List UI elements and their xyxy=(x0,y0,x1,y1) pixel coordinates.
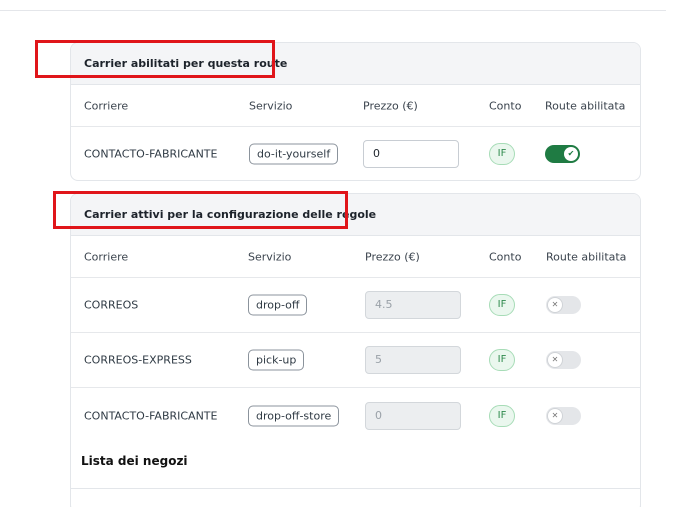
price-input[interactable]: 0 xyxy=(363,139,459,168)
highlight-box xyxy=(53,191,348,229)
table-row: CONTACTO-FABRICANTE drop-off-store 0 IF … xyxy=(71,388,640,443)
column-header-route-enabled: Route abilitata xyxy=(546,250,627,263)
column-header-service: Servizio xyxy=(249,99,293,112)
carrier-name: CORREOS xyxy=(84,298,139,312)
carrier-name: CONTACTO-FABRICANTE xyxy=(84,409,218,422)
carrier-name: CORREOS-EXPRESS xyxy=(84,353,192,367)
table-row: CORREOS drop-off 4.5 IF ✕ xyxy=(71,278,640,333)
highlight-box xyxy=(35,40,275,78)
column-header-price: Prezzo (€) xyxy=(365,250,420,263)
stores-divider xyxy=(70,488,641,489)
service-tag: drop-off-store xyxy=(248,405,340,426)
route-enabled-toggle[interactable]: ✕ xyxy=(546,296,581,314)
account-badge: IF xyxy=(489,142,515,165)
carrier-name: CONTACTO-FABRICANTE xyxy=(84,147,218,160)
route-enabled-toggle[interactable]: ✔ xyxy=(545,144,580,163)
account-badge: IF xyxy=(489,349,515,371)
column-header-price: Prezzo (€) xyxy=(363,99,418,112)
table-row: CONTACTO-FABRICANTE do-it-yourself 0 IF … xyxy=(71,127,640,180)
route-enabled-toggle[interactable]: ✕ xyxy=(546,351,581,369)
column-header-carrier: Corriere xyxy=(84,250,129,263)
account-badge: IF xyxy=(489,294,515,316)
price-input[interactable]: 5 xyxy=(365,346,461,374)
column-header-route-enabled: Route abilitata xyxy=(545,99,626,112)
x-icon: ✕ xyxy=(548,298,562,312)
x-icon: ✕ xyxy=(548,408,562,423)
x-icon: ✕ xyxy=(548,353,562,367)
stores-section-title: Lista dei negozi xyxy=(81,452,192,470)
table-row: CORREOS-EXPRESS pick-up 5 IF ✕ xyxy=(71,333,640,388)
check-icon: ✔ xyxy=(564,146,578,161)
price-input[interactable]: 4.5 xyxy=(365,291,461,319)
route-enabled-toggle[interactable]: ✕ xyxy=(546,406,581,425)
stores-card-edge-left xyxy=(70,488,71,507)
service-tag: drop-off xyxy=(248,294,308,316)
account-badge: IF xyxy=(489,404,515,427)
stores-card-edge-right xyxy=(640,488,641,507)
price-input[interactable]: 0 xyxy=(365,401,461,430)
service-tag: pick-up xyxy=(248,349,305,371)
top-divider xyxy=(0,10,666,11)
column-header-account: Conto xyxy=(489,99,522,112)
table-header-row: Corriere Servizio Prezzo (€) Conto Route… xyxy=(71,85,640,127)
service-tag: do-it-yourself xyxy=(249,143,339,164)
column-header-service: Servizio xyxy=(248,250,292,263)
table-header-row: Corriere Servizio Prezzo (€) Conto Route… xyxy=(71,236,640,278)
column-header-carrier: Corriere xyxy=(84,99,129,112)
column-header-account: Conto xyxy=(489,250,522,263)
